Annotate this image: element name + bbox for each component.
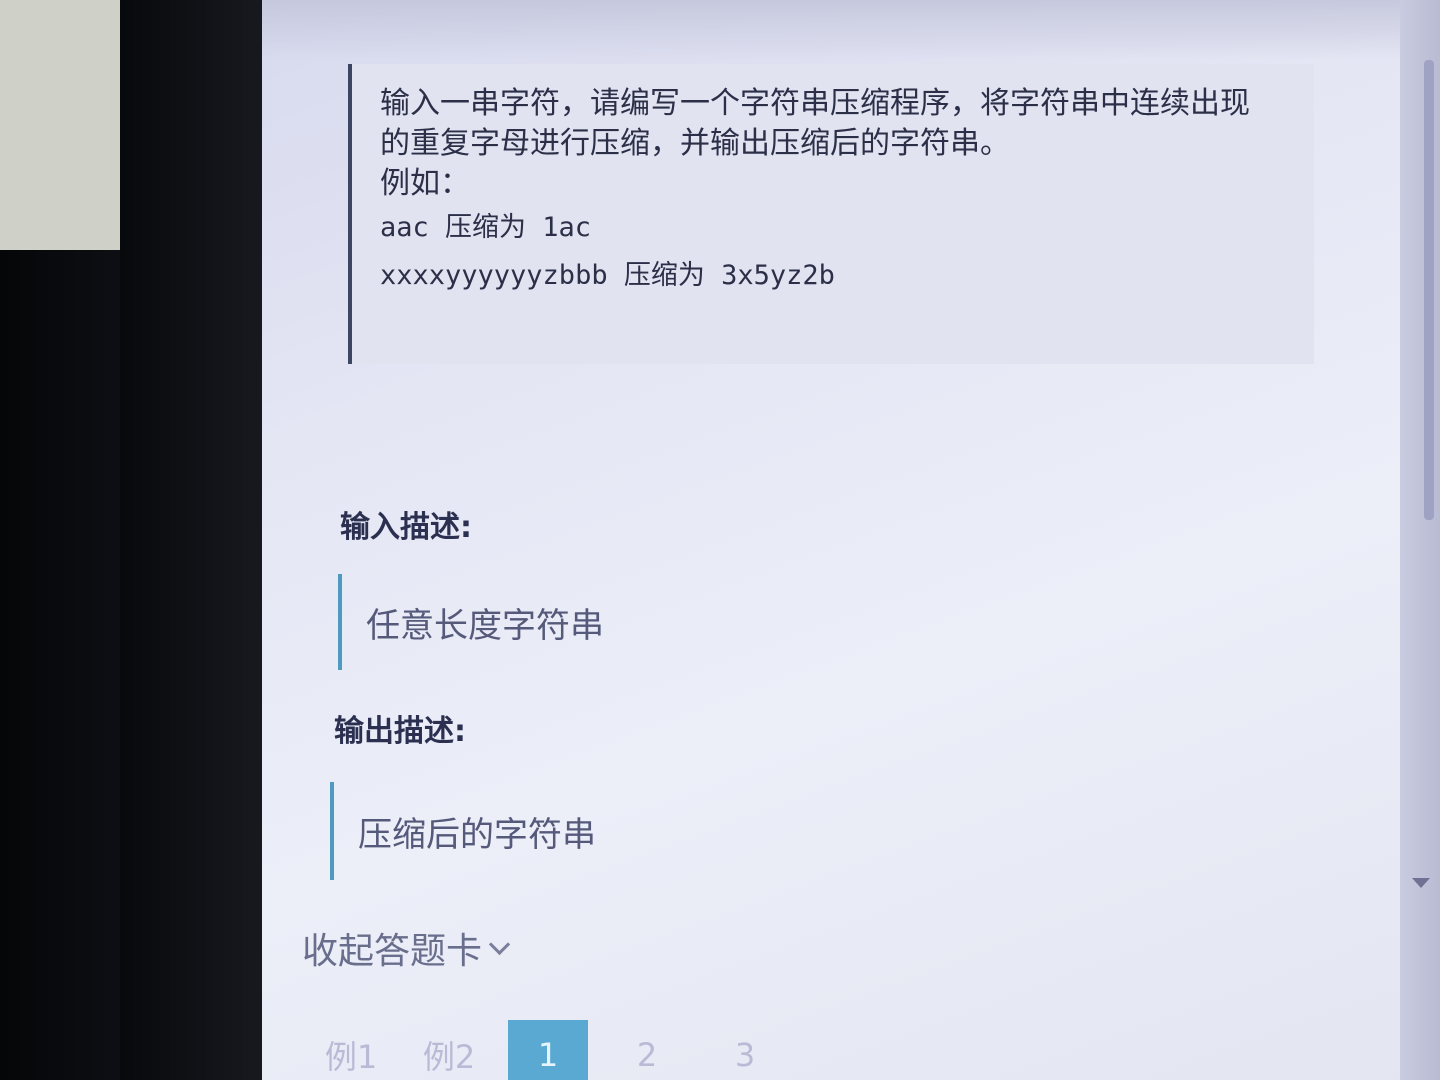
problem-line: 的重复字母进行压缩，并输出压缩后的字符串。 [380,126,1010,161]
input-description-text: 任意长度字符串 [366,605,604,646]
tab-question-3[interactable]: 3 [696,1020,794,1080]
tab-example-1[interactable]: 例1 [302,1020,400,1080]
collapse-answer-card-toggle[interactable]: 收起答题卡 [302,922,511,974]
scroll-down-arrow-icon[interactable] [1412,878,1430,888]
collapse-answer-card-label: 收起答题卡 [302,931,483,972]
example-line: xxxxyyyyyyzbbb 压缩为 3x5yz2b [380,260,835,291]
answer-card-tabs: 例1 例2 1 2 3 [302,1020,794,1080]
output-description-title: 输出描述: [334,714,466,749]
scrollbar-track[interactable] [1400,0,1440,1080]
tab-question-2[interactable]: 2 [598,1020,696,1080]
tab-example-2[interactable]: 例2 [400,1020,498,1080]
output-description-text: 压缩后的字符串 [358,814,596,855]
problem-statement: 输入一串字符，请编写一个字符串压缩程序，将字符串中连续出现 的重复字母进行压缩，… [348,64,1314,364]
output-description-box: 压缩后的字符串 [330,782,750,880]
input-description-title: 输入描述: [340,510,472,545]
input-description-box: 任意长度字符串 [338,574,758,670]
tab-question-1[interactable]: 1 [508,1020,588,1080]
problem-line: 输入一串字符，请编写一个字符串压缩程序，将字符串中连续出现 [380,86,1250,121]
screen-top-edge [262,0,1440,60]
chevron-down-icon [488,933,511,955]
problem-line: 例如： [380,166,470,201]
example-line: aac 压缩为 1ac [380,212,592,243]
scrollbar-thumb[interactable] [1424,60,1434,520]
paper-sheet [0,0,132,250]
monitor-screen: 输入一串字符，请编写一个字符串压缩程序，将字符串中连续出现 的重复字母进行压缩，… [262,0,1440,1080]
